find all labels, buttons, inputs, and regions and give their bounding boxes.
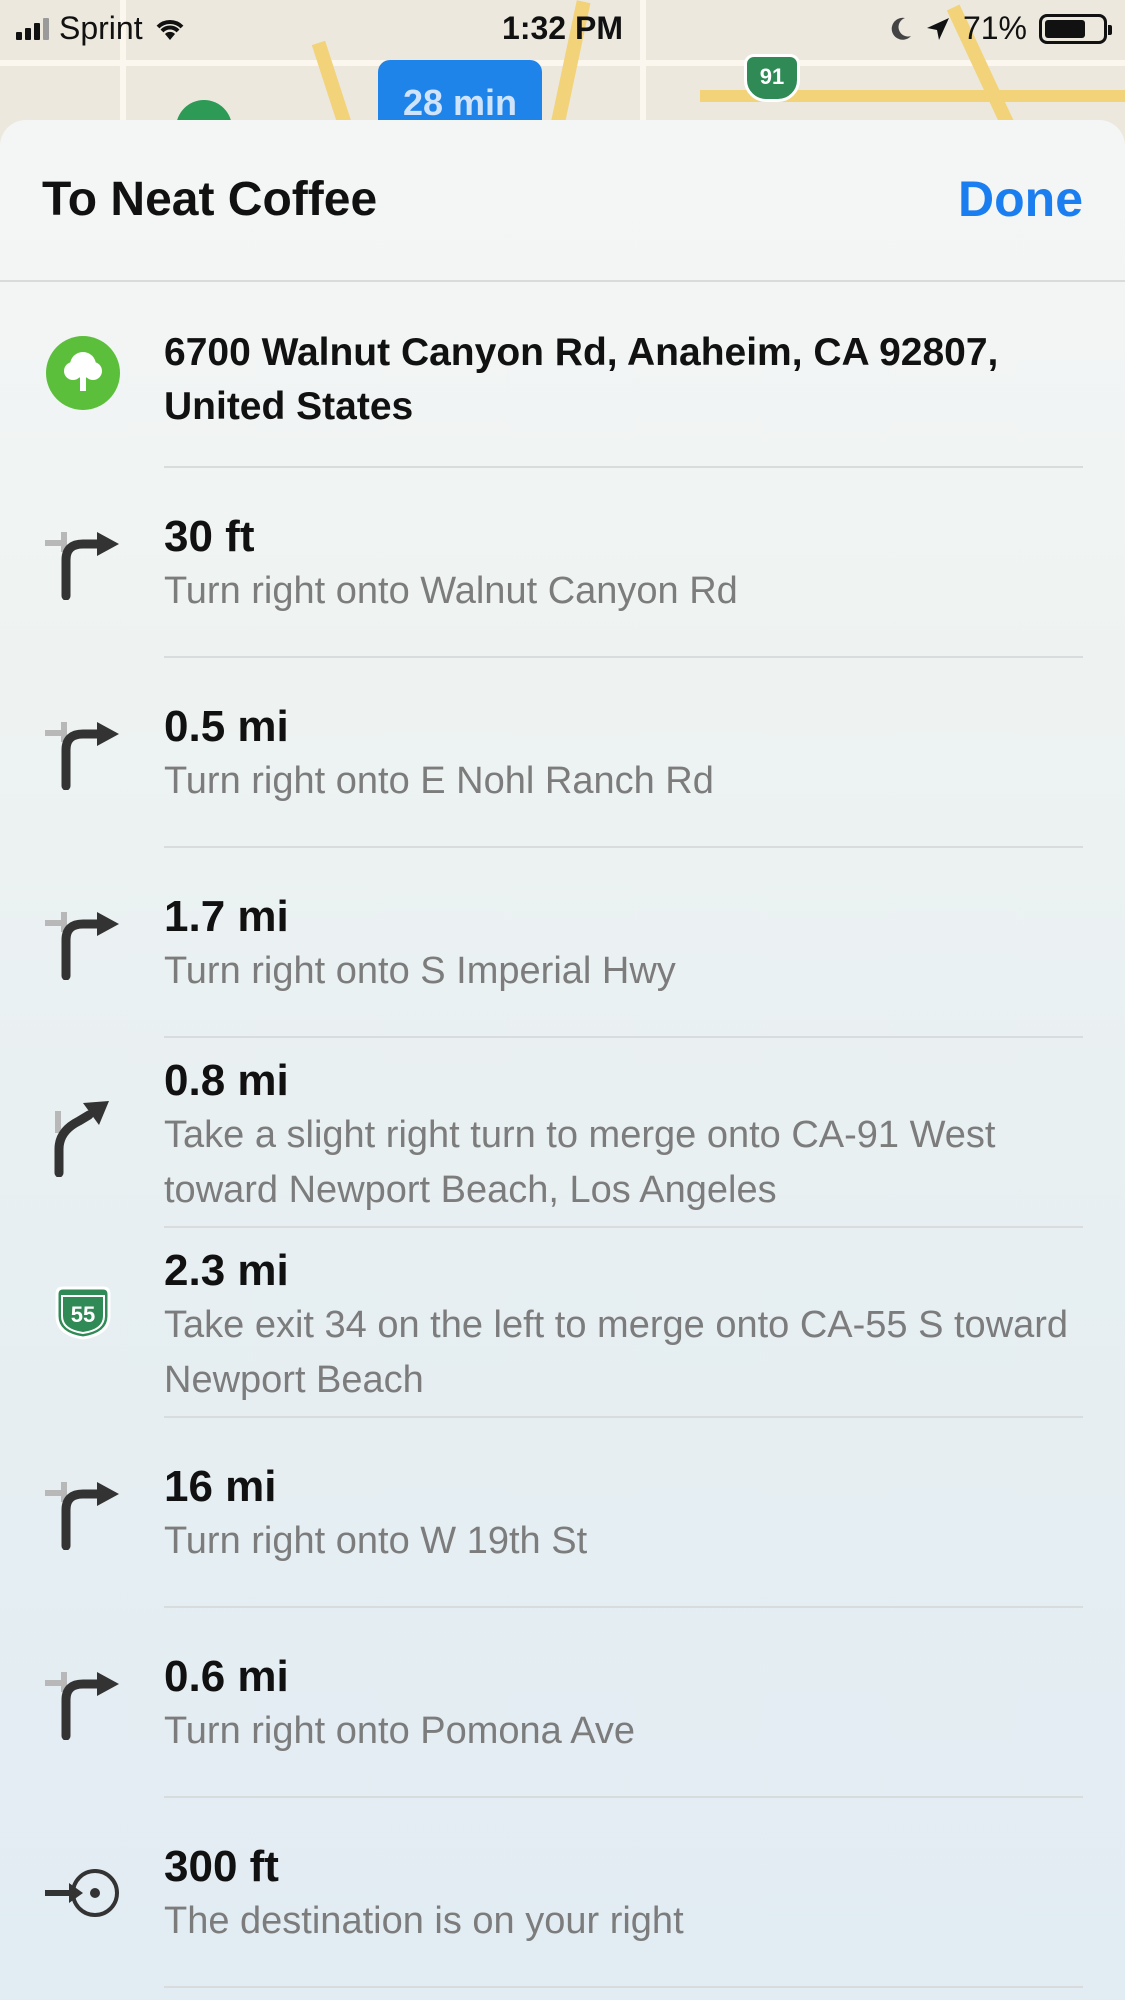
list-item[interactable]: 0.8 mi Take a slight right turn to merge… <box>0 1038 1125 1228</box>
step-distance: 0.5 mi <box>164 702 289 751</box>
step-instruction: The destination is on your right <box>164 1900 684 1942</box>
tree-icon <box>40 328 126 418</box>
step-instruction: Turn right onto Pomona Ave <box>164 1710 636 1752</box>
turn-right-icon <box>40 1660 126 1750</box>
moon-icon <box>891 17 911 40</box>
step-distance: 0.6 mi <box>164 1652 289 1701</box>
step-distance: 0.8 mi <box>164 1056 289 1105</box>
step-instruction: Turn right onto Walnut Canyon Rd <box>164 570 738 612</box>
battery-percent: 71% <box>962 10 1027 46</box>
location-arrow-icon <box>926 17 949 40</box>
step-distance: 16 mi <box>164 1462 277 1511</box>
slight-right-icon <box>40 1092 126 1182</box>
turn-right-icon <box>40 900 126 990</box>
directions-sheet: To Neat Coffee Done 6700 Walnut Canyon R… <box>0 120 1125 2000</box>
step-distance: 300 ft <box>164 1842 279 1891</box>
battery-icon <box>1039 13 1112 44</box>
list-item[interactable]: 55 2.3 mi Take exit 34 on the left to me… <box>0 1228 1125 1418</box>
list-item[interactable]: 0.5 mi Turn right onto E Nohl Ranch Rd <box>0 658 1125 848</box>
turn-right-icon <box>40 1470 126 1560</box>
list-item[interactable]: 1.7 mi Turn right onto S Imperial Hwy <box>0 848 1125 1038</box>
done-button[interactable]: Done <box>958 170 1083 228</box>
step-instruction: Turn right onto S Imperial Hwy <box>164 950 676 992</box>
highway-shield-icon: 55 <box>40 1268 126 1358</box>
list-item[interactable]: 16 mi Turn right onto W 19th St <box>0 1418 1125 1608</box>
step-instruction: Turn right onto E Nohl Ranch Rd <box>164 760 714 802</box>
step-distance: 1.7 mi <box>164 892 289 941</box>
sheet-header: To Neat Coffee Done <box>0 120 1125 282</box>
step-distance: 2.3 mi <box>164 1246 289 1295</box>
start-address: 6700 Walnut Canyon Rd, Anaheim, CA 92807… <box>164 331 999 428</box>
route-shield-icon: 91 <box>744 54 800 102</box>
arrive-icon <box>40 1848 126 1938</box>
step-distance: 30 ft <box>164 512 255 561</box>
turn-right-icon <box>40 710 126 800</box>
shield-number: 55 <box>71 1302 95 1327</box>
list-item[interactable]: 300 ft The destination is on your right <box>0 1798 1125 1988</box>
directions-list: 6700 Walnut Canyon Rd, Anaheim, CA 92807… <box>0 282 1125 1988</box>
step-instruction: Turn right onto W 19th St <box>164 1520 588 1562</box>
sheet-title: To Neat Coffee <box>42 173 378 226</box>
step-instruction: Take a slight right turn to merge onto C… <box>164 1114 996 1211</box>
step-instruction: Take exit 34 on the left to merge onto C… <box>164 1304 1069 1401</box>
list-item[interactable]: 0.6 mi Turn right onto Pomona Ave <box>0 1608 1125 1798</box>
list-item[interactable]: 30 ft Turn right onto Walnut Canyon Rd <box>0 468 1125 658</box>
list-item-start[interactable]: 6700 Walnut Canyon Rd, Anaheim, CA 92807… <box>0 282 1125 468</box>
turn-right-icon <box>40 520 126 610</box>
status-bar: Sprint 1:32 PM 71% <box>0 0 1125 56</box>
